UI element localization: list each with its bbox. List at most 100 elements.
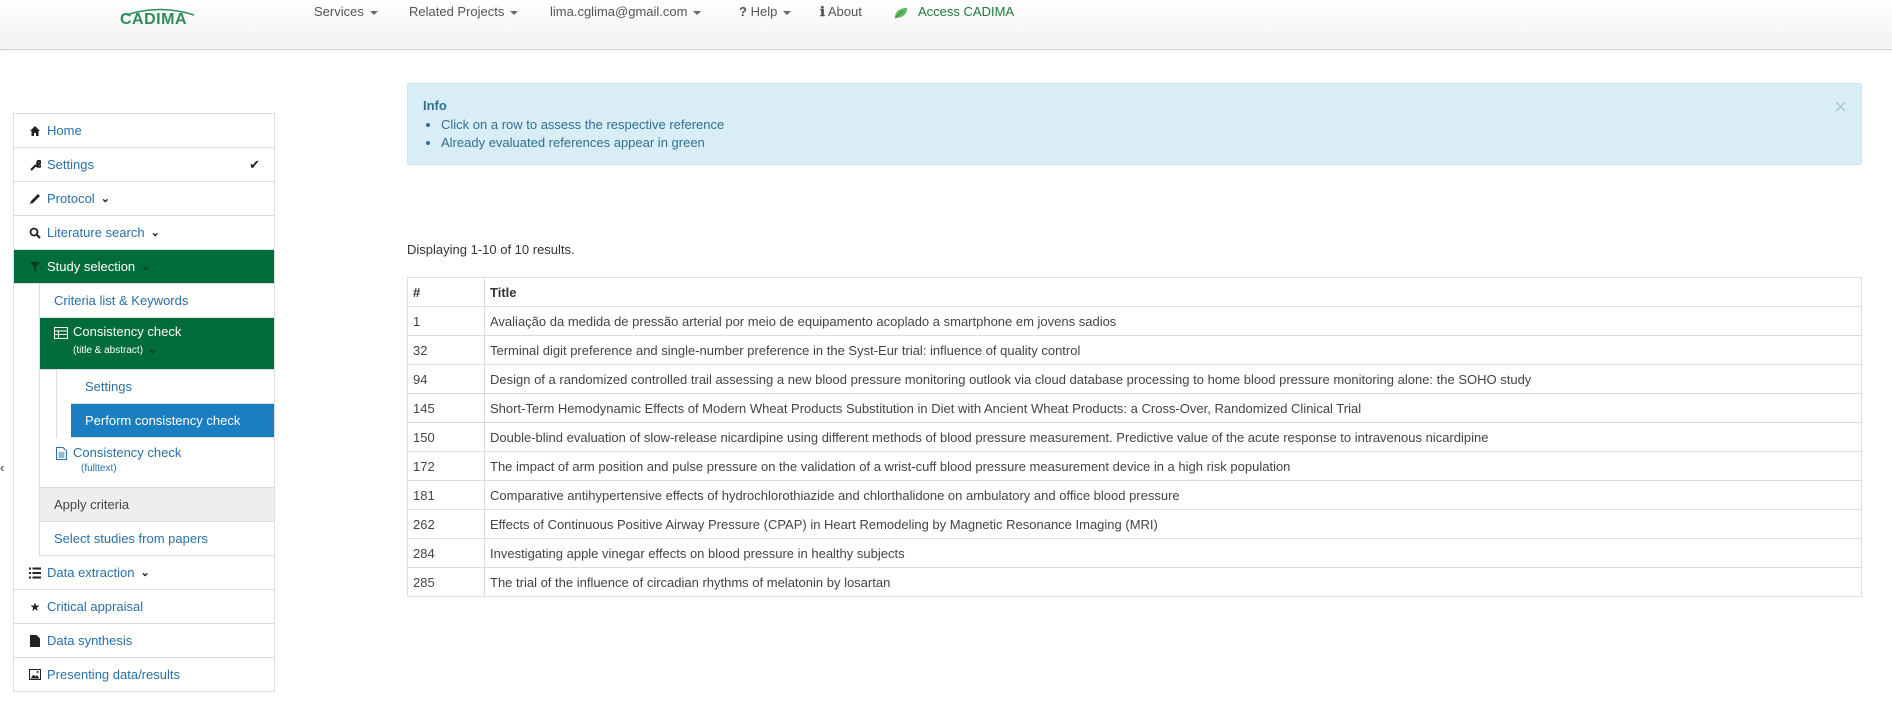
info-icon: ℹ (820, 4, 825, 19)
table-icon (54, 326, 68, 340)
nav-about-label: About (827, 4, 862, 19)
top-navbar: CADIMA Services Related Projects lima.cg… (0, 0, 1892, 50)
sidebar-item-data-synthesis[interactable]: Data synthesis (14, 624, 274, 658)
sidebar-item-critical-appraisal-label: Critical appraisal (47, 599, 144, 614)
nav-help[interactable]: ? Help (739, 4, 792, 19)
sidebar-item-protocol[interactable]: Protocol ⌄ (14, 182, 274, 216)
table-row[interactable]: 172 The impact of arm position and pulse … (407, 451, 1862, 481)
checkmark-icon: ✔ (249, 157, 260, 172)
info-item: Click on a row to assess the respective … (441, 116, 1846, 134)
collapse-sidebar-icon[interactable]: ‹ (0, 460, 4, 475)
sidebar-item-settings[interactable]: Settings ✔ (14, 148, 274, 182)
row-number-cell: 145 (407, 393, 485, 423)
sidebar-item-settings-label: Settings (47, 157, 94, 172)
table-header-row: # Title (407, 277, 1862, 307)
close-icon[interactable]: × (1834, 94, 1847, 120)
caret-down-icon (693, 10, 702, 15)
table-row[interactable]: 284 Investigating apple vinegar effects o… (407, 538, 1862, 568)
home-icon (28, 124, 42, 138)
table-row[interactable]: 262 Effects of Continuous Positive Airway… (407, 509, 1862, 539)
sidebar-item-apply-criteria[interactable]: Apply criteria (40, 488, 274, 522)
nav-user-label: lima.cglima@gmail.com (550, 4, 688, 19)
row-number-cell: 285 (407, 567, 485, 597)
sidebar-item-apply-criteria-label: Apply criteria (54, 497, 130, 512)
wrench-icon (28, 158, 42, 172)
table-row[interactable]: 1 Avaliação da medida de pressão arterial… (407, 306, 1862, 336)
row-title-cell: Investigating apple vinegar effects on b… (484, 538, 1862, 568)
sidebar-item-literature-search-label: Literature search (47, 225, 145, 240)
results-summary: Displaying 1-10 of 10 results. (407, 242, 575, 257)
references-table: # Title 1 Avaliação da medida de pressão … (407, 277, 1862, 597)
info-item: Already evaluated references appear in g… (441, 134, 1846, 152)
nav-about[interactable]: ℹ About (820, 4, 862, 20)
column-header-title[interactable]: Title (484, 277, 1862, 307)
row-number-cell: 262 (407, 509, 485, 539)
nav-related-projects[interactable]: Related Projects (409, 4, 519, 19)
caret-down-icon (510, 10, 519, 15)
nav-user-menu[interactable]: lima.cglima@gmail.com (550, 4, 702, 19)
row-number-cell: 181 (407, 480, 485, 510)
picture-icon (28, 668, 42, 682)
table-row[interactable]: 145 Short-Term Hemodynamic Effects of Mod… (407, 393, 1862, 423)
sidebar-item-data-extraction-label: Data extraction (47, 565, 135, 580)
star-icon: ★ (29, 599, 41, 614)
sidebar-item-literature-search[interactable]: Literature search ⌄ (14, 216, 274, 250)
table-row[interactable]: 181 Comparative antihypertensive effects … (407, 480, 1862, 510)
row-number-cell: 94 (407, 364, 485, 394)
sidebar-item-cc-settings-label: Settings (85, 379, 132, 394)
sidebar-item-consistency-check-ta-sublabel: (title & abstract) ⌄ (73, 343, 181, 358)
sidebar-item-perform-consistency-check-label: Perform consistency check (85, 413, 241, 428)
sidebar-item-presenting-label: Presenting data/results (47, 667, 180, 682)
chevron-down-icon: ⌄ (141, 261, 151, 273)
sidebar-item-home-label: Home (47, 123, 82, 138)
nav-services[interactable]: Services (314, 4, 378, 19)
brand-logo[interactable]: CADIMA (120, 8, 200, 30)
sidebar-item-study-selection[interactable]: Study selection ⌄ (14, 250, 274, 284)
nav-access-cadima[interactable]: Access CADIMA (894, 4, 1014, 19)
consistency-check-ta-text: Consistency check (title & abstract) ⌄ (73, 325, 181, 358)
consistency-check-ft-text: Consistency check (fulltext) (73, 446, 181, 476)
sidebar-item-critical-appraisal[interactable]: ★ Critical appraisal (14, 590, 274, 624)
sidebar-item-data-synthesis-label: Data synthesis (47, 633, 133, 648)
sidebar-item-perform-consistency-check[interactable]: Perform consistency check (71, 404, 274, 438)
sidebar-item-consistency-check-ft-sublabel: (fulltext) (81, 463, 117, 474)
list-icon (28, 566, 42, 580)
info-alert: Info Click on a row to assess the respec… (407, 83, 1862, 165)
row-number-cell: 284 (407, 538, 485, 568)
table-row[interactable]: 94 Design of a randomized controlled trai… (407, 364, 1862, 394)
row-title-cell: Double-blind evaluation of slow-release … (484, 422, 1862, 452)
sidebar-item-consistency-check-ft-label: Consistency check (73, 445, 182, 460)
nav-related-projects-label: Related Projects (409, 4, 505, 19)
table-row[interactable]: 285 The trial of the influence of circadi… (407, 567, 1862, 597)
leaf-icon (894, 7, 907, 18)
sidebar-item-criteria-list[interactable]: Criteria list & Keywords (40, 284, 274, 318)
sidebar-item-cc-settings[interactable]: Settings (71, 370, 274, 404)
column-header-number[interactable]: # (407, 277, 485, 307)
sidebar-item-presenting[interactable]: Presenting data/results (14, 658, 274, 692)
question-icon: ? (739, 4, 747, 19)
sidebar-item-protocol-label: Protocol (47, 191, 95, 206)
table-row[interactable]: 150 Double-blind evaluation of slow-relea… (407, 422, 1862, 452)
nav-access-label: Access CADIMA (918, 4, 1015, 19)
sidebar-item-home[interactable]: Home (14, 114, 274, 148)
table-row[interactable]: 32 Terminal digit preference and single-n… (407, 335, 1862, 365)
sidebar-item-consistency-check-ta[interactable]: Consistency check (title & abstract) ⌄ (40, 318, 274, 370)
nav-services-label: Services (314, 4, 364, 19)
sidebar: Home Settings ✔ Protocol ⌄ Literature se… (13, 113, 275, 692)
chevron-down-icon: ⌄ (150, 227, 160, 239)
sidebar-item-select-studies[interactable]: Select studies from papers (40, 522, 274, 556)
file-icon (54, 446, 68, 460)
row-title-cell: The trial of the influence of circadian … (484, 567, 1862, 597)
table-body: 1 Avaliação da medida de pressão arterial… (407, 306, 1862, 597)
sidebar-item-data-extraction[interactable]: Data extraction ⌄ (14, 556, 274, 590)
row-title-cell: Comparative antihypertensive effects of … (484, 480, 1862, 510)
sidebar-item-criteria-list-label: Criteria list & Keywords (54, 293, 189, 308)
row-title-cell: Short-Term Hemodynamic Effects of Modern… (484, 393, 1862, 423)
row-title-cell: Terminal digit preference and single-num… (484, 335, 1862, 365)
chevron-down-icon: ⌄ (140, 567, 150, 579)
sidebar-item-consistency-check-ft[interactable]: Consistency check (fulltext) (40, 438, 274, 488)
consistency-check-ta-sub-text: (title & abstract) (73, 345, 144, 356)
info-list: Click on a row to assess the respective … (423, 116, 1846, 152)
row-number-cell: 150 (407, 422, 485, 452)
info-title: Info (423, 98, 447, 113)
